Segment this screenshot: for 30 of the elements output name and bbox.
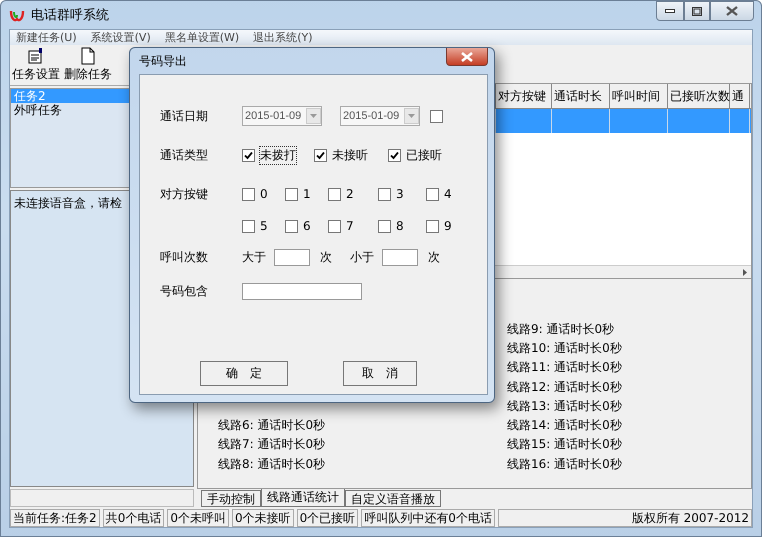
line-stat: 线路11: 通话时长0秒 [507, 359, 623, 376]
field-label: 次 [320, 248, 332, 266]
field-label: 次 [428, 248, 440, 266]
line-stat: 线路7: 通话时长0秒 [218, 436, 326, 454]
line-stat: 线路14: 通话时长0秒 [507, 417, 623, 434]
field-label: 呼叫次数 [160, 248, 209, 266]
status-message: 未连接语音盒，请检 [14, 196, 122, 210]
status-text: 呼叫队列中还有0个电话 [361, 509, 495, 527]
status-text: 共0个电话 [102, 509, 164, 527]
status-text: 0个未接听 [232, 509, 294, 527]
line-stat: 线路6: 通话时长0秒 [218, 417, 326, 434]
window-title: 电话群呼系统 [31, 7, 109, 24]
field-label: 对方按键 [160, 186, 209, 202]
line-stat: 线路10: 通话时长0秒 [507, 340, 623, 357]
line-stat: 线路15: 通话时长0秒 [507, 436, 623, 454]
field-label: 大于 [242, 248, 266, 266]
field-label: 小于 [350, 248, 374, 266]
line-stat: 线路9: 通话时长0秒 [507, 320, 616, 338]
line-stat: 线路12: 通话时长0秒 [507, 378, 623, 396]
status-text: 版权所有 2007-2012 [498, 509, 752, 527]
status-text: 0个未呼叫 [167, 509, 229, 527]
field-label: 号码包含 [160, 282, 209, 300]
line-stat: 线路13: 通话时长0秒 [507, 398, 623, 415]
field-label: 通话日期 [160, 108, 209, 124]
status-text: 0个已接听 [296, 509, 358, 527]
dialog-title: 号码导出 [139, 52, 187, 70]
field-label: 通话类型 [160, 146, 209, 164]
status-text: 当前任务:任务2 [10, 509, 100, 527]
line-stat: 线路16: 通话时长0秒 [507, 456, 623, 473]
line-stat: 线路8: 通话时长0秒 [218, 456, 326, 473]
